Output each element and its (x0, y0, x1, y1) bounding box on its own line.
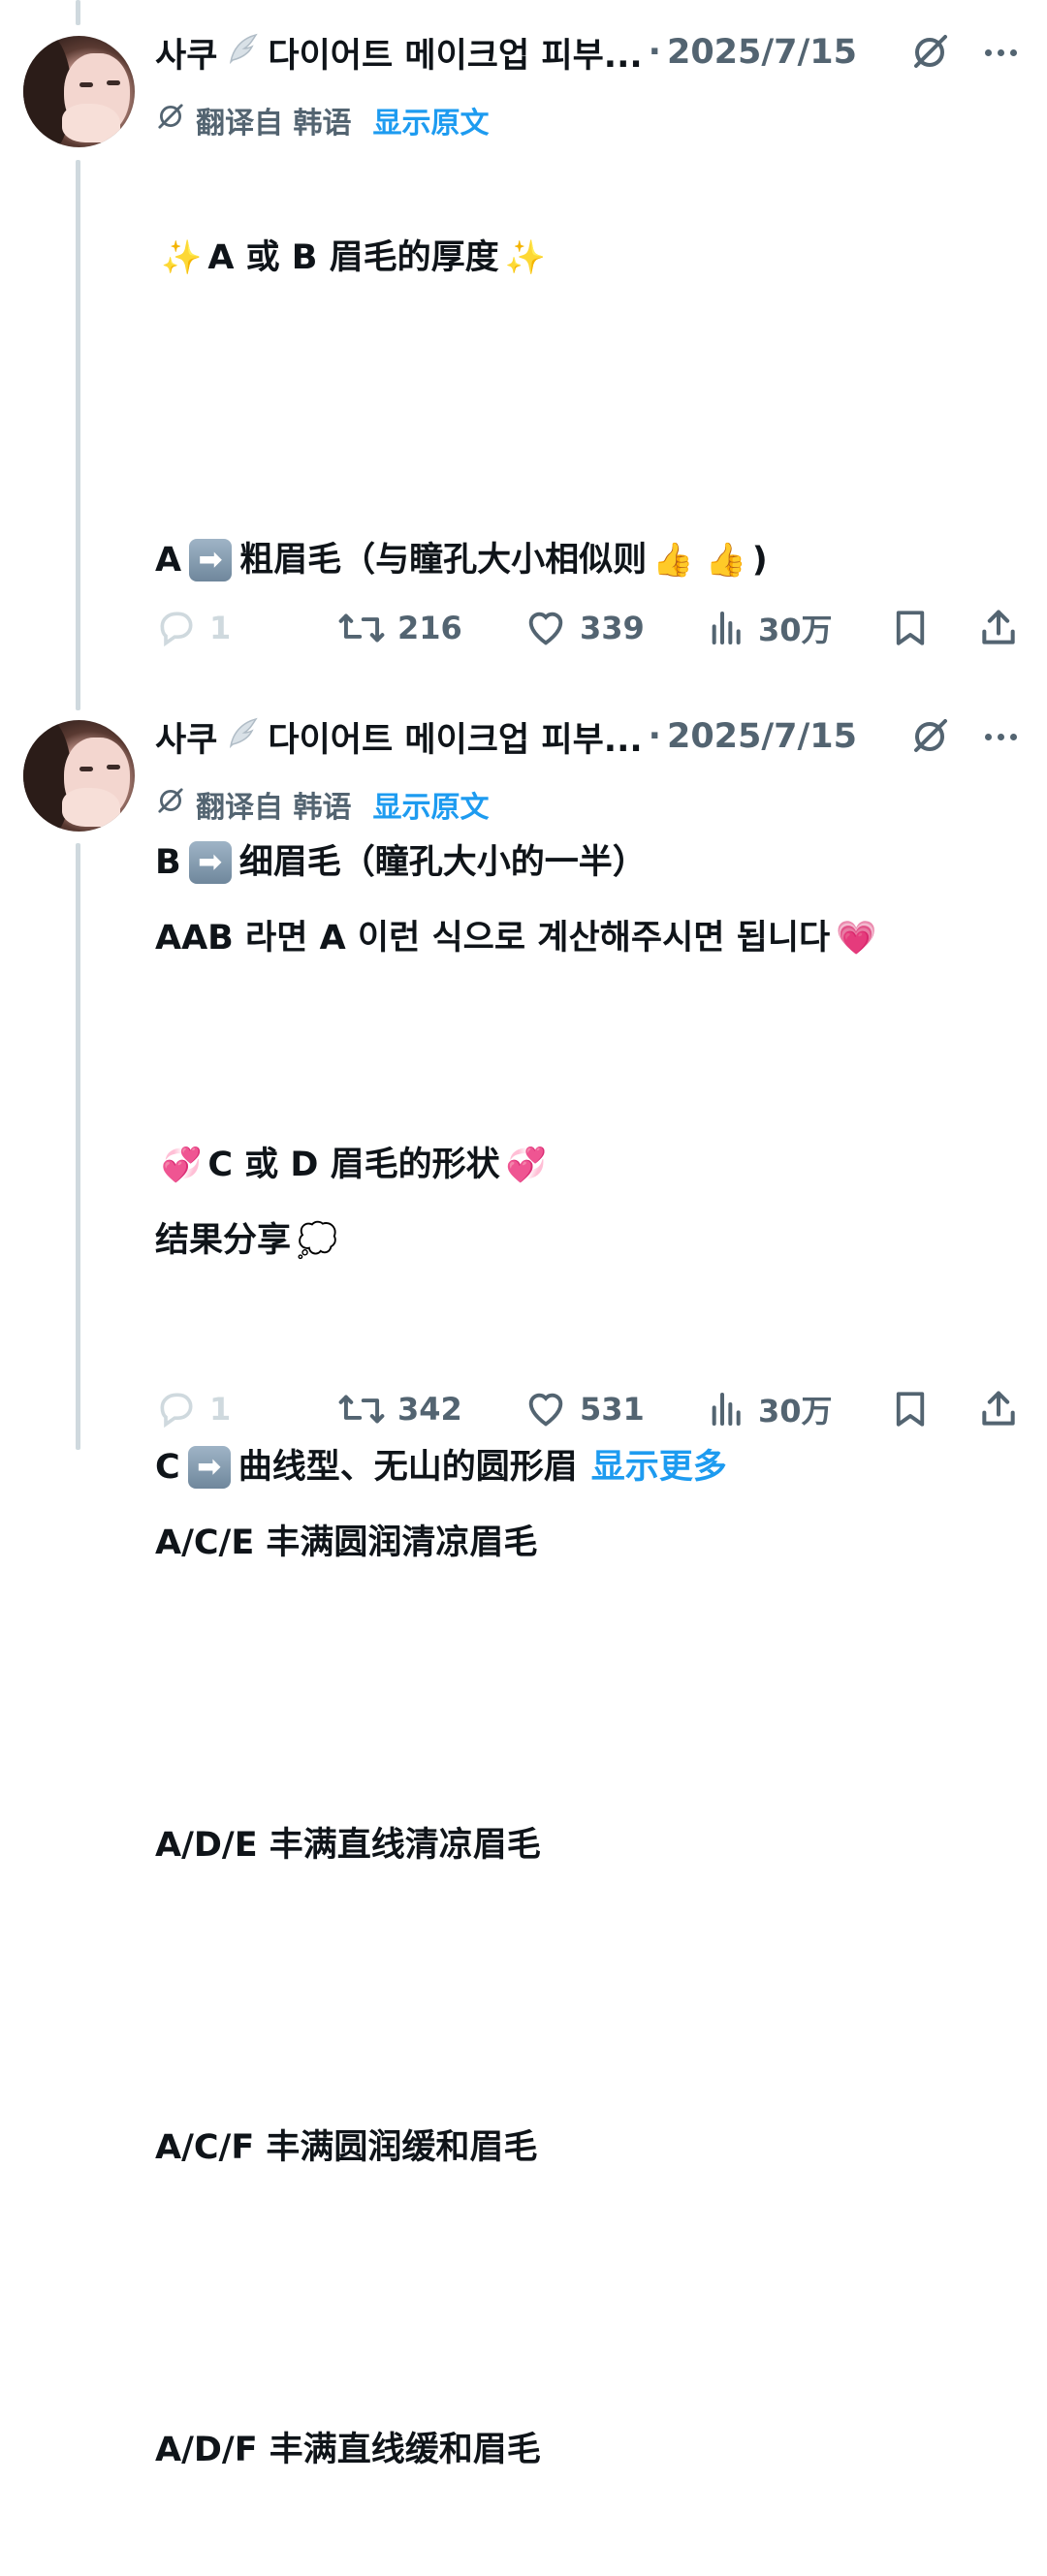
views-button[interactable]: 30万 (708, 1386, 833, 1432)
share-button[interactable] (977, 1386, 1020, 1432)
author-handle[interactable]: 다이어트 메이크업 피부... (268, 712, 642, 762)
bookmark-icon (896, 1392, 925, 1427)
view-count: 30万 (758, 612, 833, 648)
reply-count: 1 (209, 610, 232, 646)
tweet[interactable]: 사쿠 다이어트 메이크업 피부... · 2025/7/15 翻译自 韩语 显示… (0, 23, 1047, 1489)
tweet-date[interactable]: 2025/7/15 (667, 717, 857, 756)
grok-icon[interactable] (906, 713, 953, 760)
tweet-text: A (155, 541, 182, 580)
text-line: A/C/F 丰满圆润缓和眉毛 (155, 2122, 883, 2173)
author-handle[interactable]: 다이어트 메이크업 피부... (268, 28, 642, 78)
tweet-date[interactable]: 2025/7/15 (667, 33, 857, 72)
tweet-body: AAB 라면 A 이런 식으로 계산해주시면 됩니다 💗 结果分享 💭 A/C/… (155, 812, 883, 2576)
tweet-text: AAB 라면 A 이런 식으로 계산해주시면 됩니다 (155, 919, 831, 958)
reply-count: 1 (209, 1391, 232, 1428)
wing-icon (225, 31, 260, 74)
tweet-text: A/C/F 丰满圆润缓和眉毛 (155, 2128, 538, 2167)
wing-icon (225, 715, 260, 758)
views-button[interactable]: 30万 (708, 605, 833, 651)
like-count: 339 (580, 610, 645, 646)
tweet[interactable]: 사쿠 다이어트 메이크업 피부... · 2025/7/15 翻译自 韩语 显示… (0, 707, 1047, 2469)
repost-icon (338, 1395, 385, 1424)
text-line: A ➡ 粗眉毛（与瞳孔大小相似则 👍 👍 ) (155, 535, 768, 585)
tweet-text: A/D/F 丰满直线缓和眉毛 (155, 2431, 541, 2469)
repost-count: 342 (397, 1391, 462, 1428)
more-icon[interactable] (977, 29, 1024, 76)
repost-icon (338, 613, 385, 643)
bookmark-icon (896, 611, 925, 645)
text-line: 结果分享 💭 (155, 1215, 883, 1266)
reply-icon (160, 612, 193, 647)
text-line: AAB 라면 A 이런 식으로 계산해주시면 됩니다 💗 (155, 913, 883, 963)
heart-icon (528, 1393, 563, 1427)
like-count: 531 (580, 1391, 645, 1428)
text-line: A/D/E 丰满直线清凉眉毛 (155, 1820, 883, 1870)
bookmark-button[interactable] (890, 605, 931, 651)
tweet-text: A 或 B 眉毛的厚度 (207, 238, 499, 277)
sparkles-icon: ✨ (161, 238, 203, 277)
separator: · (648, 33, 661, 72)
right-arrow-icon: ➡ (189, 539, 233, 581)
reply-icon (160, 1393, 193, 1429)
repost-button[interactable]: 342 (337, 1386, 462, 1432)
tweet-text: A/D/E 丰满直线清凉眉毛 (155, 1826, 541, 1865)
like-button[interactable]: 339 (524, 605, 645, 651)
grok-icon[interactable] (906, 29, 953, 76)
text-line: A/C/E 丰满圆润清凉眉毛 (155, 1518, 883, 1568)
separator: · (648, 717, 661, 756)
more-icon[interactable] (977, 713, 1024, 760)
repost-count: 216 (397, 610, 462, 646)
share-icon (982, 610, 1015, 644)
views-icon (712, 612, 741, 644)
repost-button[interactable]: 216 (337, 605, 462, 651)
action-bar: 1 216 339 30万 (155, 599, 1028, 657)
avatar[interactable] (23, 36, 135, 147)
tweet-text: ) (751, 541, 768, 580)
heart-icon (528, 612, 563, 645)
thumbs-up-icon: 👍 (705, 541, 746, 580)
thumbs-up-icon: 👍 (652, 541, 694, 580)
action-bar: 1 342 531 30万 (155, 1380, 1028, 1438)
tweet-text: 粗眉毛（与瞳孔大小相似则 (239, 541, 648, 580)
reply-button[interactable]: 1 (155, 605, 231, 651)
tweet-text: 结果分享 (155, 1221, 292, 1260)
view-count: 30万 (758, 1393, 833, 1429)
views-icon (712, 1393, 741, 1426)
thread-line-top (76, 0, 80, 25)
tweet-header: 사쿠 다이어트 메이크업 피부... · 2025/7/15 (155, 707, 863, 766)
bookmark-button[interactable] (890, 1386, 931, 1432)
avatar[interactable] (23, 720, 135, 832)
like-button[interactable]: 531 (524, 1386, 645, 1432)
sparkles-icon: ✨ (504, 238, 547, 277)
growing-heart-icon: 💗 (836, 919, 877, 958)
reply-button[interactable]: 1 (155, 1386, 231, 1432)
thought-bubble-icon: 💭 (297, 1221, 338, 1260)
author-name[interactable]: 사쿠 (155, 712, 217, 762)
tweet-text: A/C/E 丰满圆润清凉眉毛 (155, 1524, 538, 1562)
tweet-header: 사쿠 다이어트 메이크업 피부... · 2025/7/15 (155, 23, 863, 81)
text-line: A/D/F 丰满直线缓和眉毛 (155, 2425, 883, 2475)
share-button[interactable] (977, 605, 1020, 651)
author-name[interactable]: 사쿠 (155, 28, 217, 78)
share-icon (982, 1391, 1015, 1426)
text-line: ✨ A 或 B 眉毛的厚度 ✨ (155, 233, 768, 283)
